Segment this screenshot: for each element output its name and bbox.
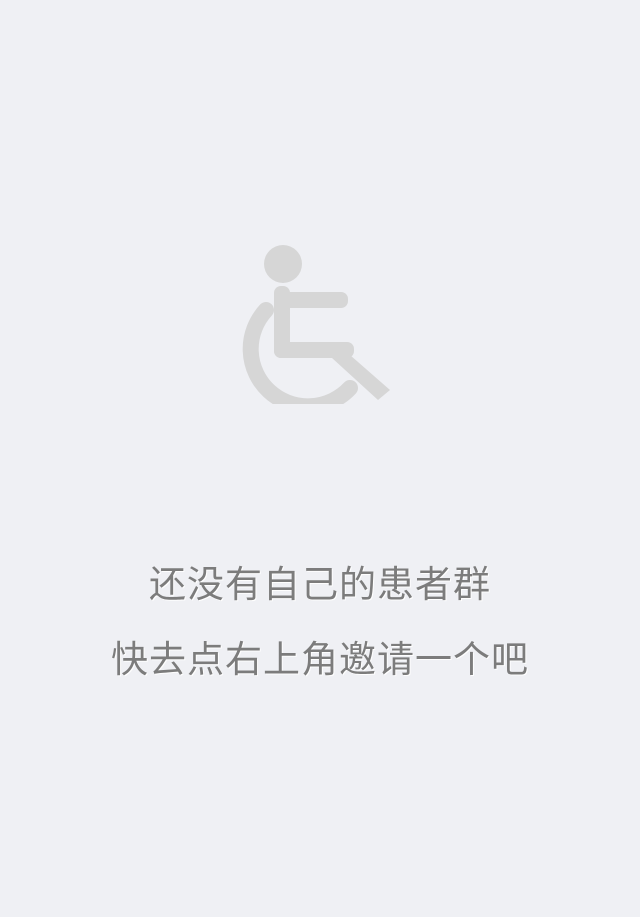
empty-message-line-2: 快去点右上角邀请一个吧	[111, 638, 529, 681]
wheelchair-icon	[238, 244, 394, 404]
empty-state-screen: 还没有自己的患者群 快去点右上角邀请一个吧	[0, 0, 640, 917]
empty-message-line-1: 还没有自己的患者群	[149, 563, 491, 606]
